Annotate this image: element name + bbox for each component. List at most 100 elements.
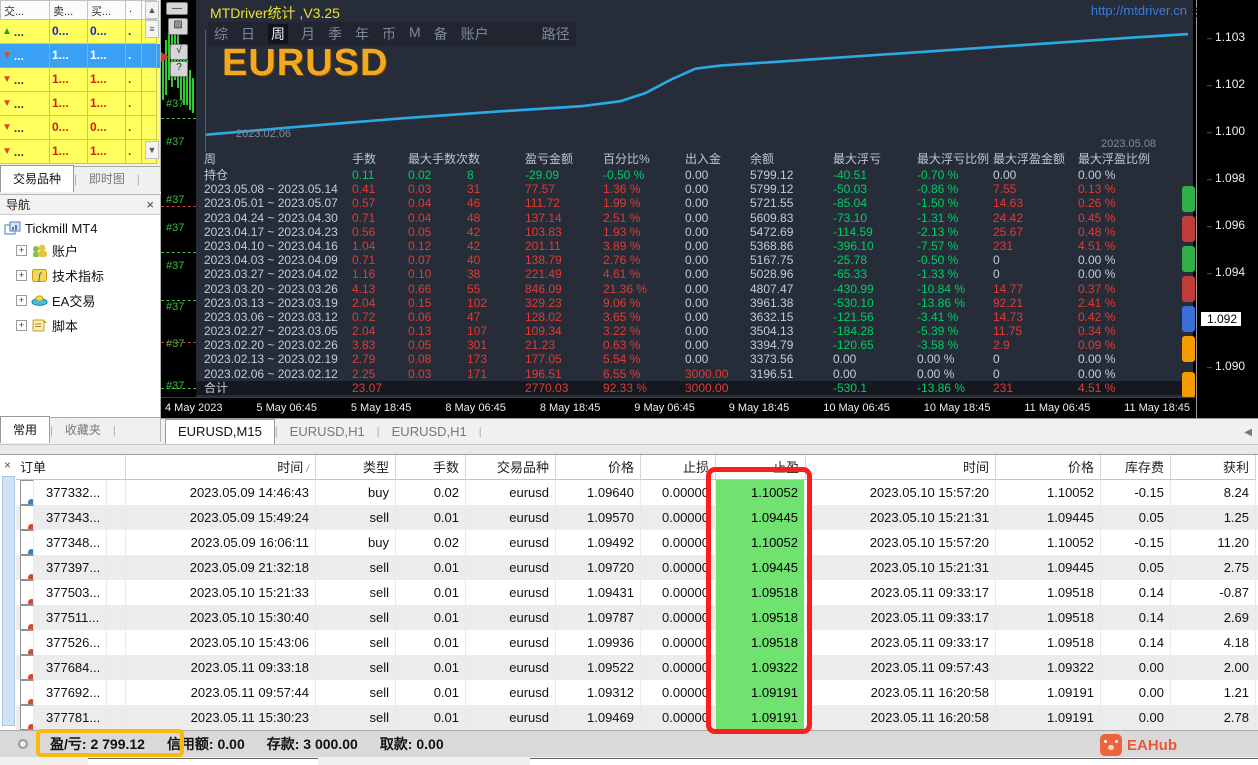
panel-splitter[interactable] [0, 444, 1258, 455]
tab-chart-1[interactable]: EURUSD,H1 [278, 420, 377, 444]
orders-col-header[interactable]: 止损 [641, 455, 716, 480]
sidebar-item-indicators[interactable]: + f 技术指标 [4, 263, 160, 288]
minimize-button[interactable]: — [166, 2, 188, 15]
order-row[interactable]: 377684... 2023.05.11 09:33:18 sell 0.01 euru… [16, 655, 1258, 680]
order-cell-open_time: 2023.05.09 15:49:24 [126, 505, 316, 530]
market-watch-row[interactable]: ▼... 1... 1.... [0, 140, 160, 164]
market-watch-col-header[interactable]: 买... [88, 0, 126, 20]
order-cell-order: 377781... [16, 705, 126, 730]
orders-col-header[interactable]: 交易品种 [466, 455, 556, 480]
confirm-button[interactable]: √ [170, 44, 188, 60]
orders-col-header[interactable]: 获利 [1171, 455, 1256, 480]
account-history-table: 订单 时间 / 类型 手数 交易品种 价格 止损 止盈 时间 价格 库存费 获利 377332... 20… [16, 455, 1258, 730]
price-tick-label: 1.096 [1207, 218, 1245, 232]
mt4-window: 交... 卖... 买.... ▲... 0... 0.... ▼... 1... 1....… [0, 0, 1258, 765]
stats-value: 3961.38 [750, 295, 794, 310]
stats-value: 6.55 % [603, 366, 641, 381]
tab-navigator-0[interactable]: 常用 [0, 416, 51, 443]
stats-value: 107 [467, 324, 488, 339]
tab-marketwatch-1[interactable]: 即时图 [77, 166, 137, 192]
extra-cell: . [126, 116, 142, 140]
order-cell-close_price: 1.09445 [996, 505, 1101, 530]
navigator-root-account[interactable]: Tickmill MT4 [4, 219, 160, 238]
down-arrow-icon: ▼ [2, 97, 12, 109]
sidebar-item-ea[interactable]: + EA交易 [4, 288, 160, 313]
order-row[interactable]: 377397... 2023.05.09 21:32:18 sell 0.01 euru… [16, 555, 1258, 580]
orders-col-header[interactable]: 时间 [806, 455, 996, 480]
scroll-up-icon[interactable]: ▲ [145, 1, 159, 19]
order-row[interactable]: 377332... 2023.05.09 14:46:43 buy 0.02 eurus… [16, 480, 1258, 505]
stats-value: 5609.83 [750, 210, 794, 225]
scrollbar-gutter [142, 116, 157, 140]
market-watch-row[interactable]: ▲... 0... 0.... [0, 20, 160, 44]
stats-value: -0.86 % [917, 182, 959, 197]
current-price-label: 1.092 [1201, 312, 1242, 326]
orders-col-header[interactable]: 类型 [316, 455, 396, 480]
extra-cell: . [126, 20, 142, 44]
tree-item-label: EA交易 [52, 294, 96, 309]
stats-value: 3000.00 [685, 366, 729, 381]
orders-col-header[interactable]: 时间 / [126, 455, 316, 480]
scrollbar-gutter [142, 68, 157, 92]
order-row[interactable]: 377343... 2023.05.09 15:49:24 sell 0.01 euru… [16, 505, 1258, 530]
orders-col-header[interactable]: 手数 [396, 455, 466, 480]
stats-value: 2.79 [352, 352, 376, 367]
down-arrow-icon: ▼ [2, 145, 12, 157]
order-cell-lots: 0.01 [396, 655, 466, 680]
sidebar-item-accounts[interactable]: + 账户 [4, 238, 160, 263]
order-cell-order: 377343... [16, 505, 126, 530]
order-row[interactable]: 377526... 2023.05.10 15:43:06 sell 0.01 euru… [16, 630, 1258, 655]
orders-col-header[interactable]: 止盈 [716, 455, 806, 480]
scroll-down-icon[interactable]: ▼ [145, 141, 159, 159]
stats-value: 231 [993, 380, 1014, 395]
chart-style-button[interactable]: ▨ [168, 18, 188, 35]
expand-plus-icon[interactable]: + [16, 295, 27, 306]
status-withdrawal: 取款: 0.00 [379, 736, 444, 752]
stats-value: -13.86 % [917, 380, 966, 395]
stats-value: -40.51 [833, 168, 868, 182]
order-row[interactable]: 377348... 2023.05.09 16:06:11 buy 0.02 eurus… [16, 530, 1258, 555]
stats-value: 31 [467, 182, 481, 197]
orders-col-header[interactable]: 订单 [16, 455, 126, 480]
stats-value: 0.00 % [1078, 168, 1116, 182]
tab-marketwatch-0[interactable]: 交易品种 [0, 165, 75, 192]
market-watch-row[interactable]: ▼... 0... 0.... [0, 116, 160, 140]
order-row[interactable]: 377511... 2023.05.10 15:30:40 sell 0.01 euru… [16, 605, 1258, 630]
sidebar-item-scripts[interactable]: + 脚本 [4, 313, 160, 338]
stats-period-label: 2023.03.27 ~ 2023.04.02 [204, 267, 338, 282]
order-row[interactable]: 377781... 2023.05.11 15:30:23 sell 0.01 euru… [16, 705, 1258, 730]
market-watch-col-header[interactable]: 卖... [50, 0, 88, 20]
orders-col-header[interactable]: 价格 [556, 455, 641, 480]
orders-col-header[interactable]: 库存费 [1101, 455, 1171, 480]
orders-col-header[interactable]: 价格 [996, 455, 1101, 480]
stats-value: -0.50 % [917, 253, 959, 268]
stats-value: 92.33 % [603, 380, 648, 395]
market-watch-row[interactable]: ▼... 1... 1.... [0, 68, 160, 92]
scrollbar-thumb[interactable]: ≡ [145, 20, 159, 38]
stats-value: 0.03 [408, 182, 432, 197]
navigator-panel: 导航 × Tickmill MT4 + 账户 + f 技术指标 + EA交易 + 脚本 常用 | 收… [0, 194, 161, 443]
stats-period-label: 合计 [204, 380, 229, 395]
expand-plus-icon[interactable]: + [16, 245, 27, 256]
tab-chart-0[interactable]: EURUSD,M15 [165, 419, 275, 444]
order-row[interactable]: 377503... 2023.05.10 15:21:33 sell 0.01 euru… [16, 580, 1258, 605]
order-row[interactable]: 377692... 2023.05.11 09:57:44 sell 0.01 euru… [16, 680, 1258, 705]
market-watch-row[interactable]: ▼... 1... 1.... [0, 44, 160, 68]
tab-navigator-1[interactable]: 收藏夹 [53, 417, 113, 443]
market-watch-col-header[interactable]: 交... [0, 0, 50, 20]
market-watch-row[interactable]: ▼... 1... 1.... [0, 92, 160, 116]
expand-plus-icon[interactable]: + [16, 320, 27, 331]
market-watch-col-header[interactable]: . [126, 0, 142, 20]
expand-plus-icon[interactable]: + [16, 270, 27, 281]
sell-price-cell: 1... [50, 68, 88, 92]
market-watch-header: 交... 卖... 买.... [0, 0, 160, 20]
close-icon[interactable]: × [4, 458, 11, 472]
tab-scroll-left-icon[interactable]: ◀ [1244, 427, 1252, 438]
stats-period-label: 2023.05.01 ~ 2023.05.07 [204, 196, 338, 211]
order-cell-profit: 2.69 [1171, 605, 1256, 630]
help-button[interactable]: ? [170, 61, 188, 77]
tab-chart-2[interactable]: EURUSD,H1 [380, 420, 479, 444]
panel-url-link[interactable]: http://mtdriver.cn [1091, 3, 1187, 18]
close-icon[interactable]: × [146, 197, 154, 212]
sell-order-icon [20, 680, 34, 705]
